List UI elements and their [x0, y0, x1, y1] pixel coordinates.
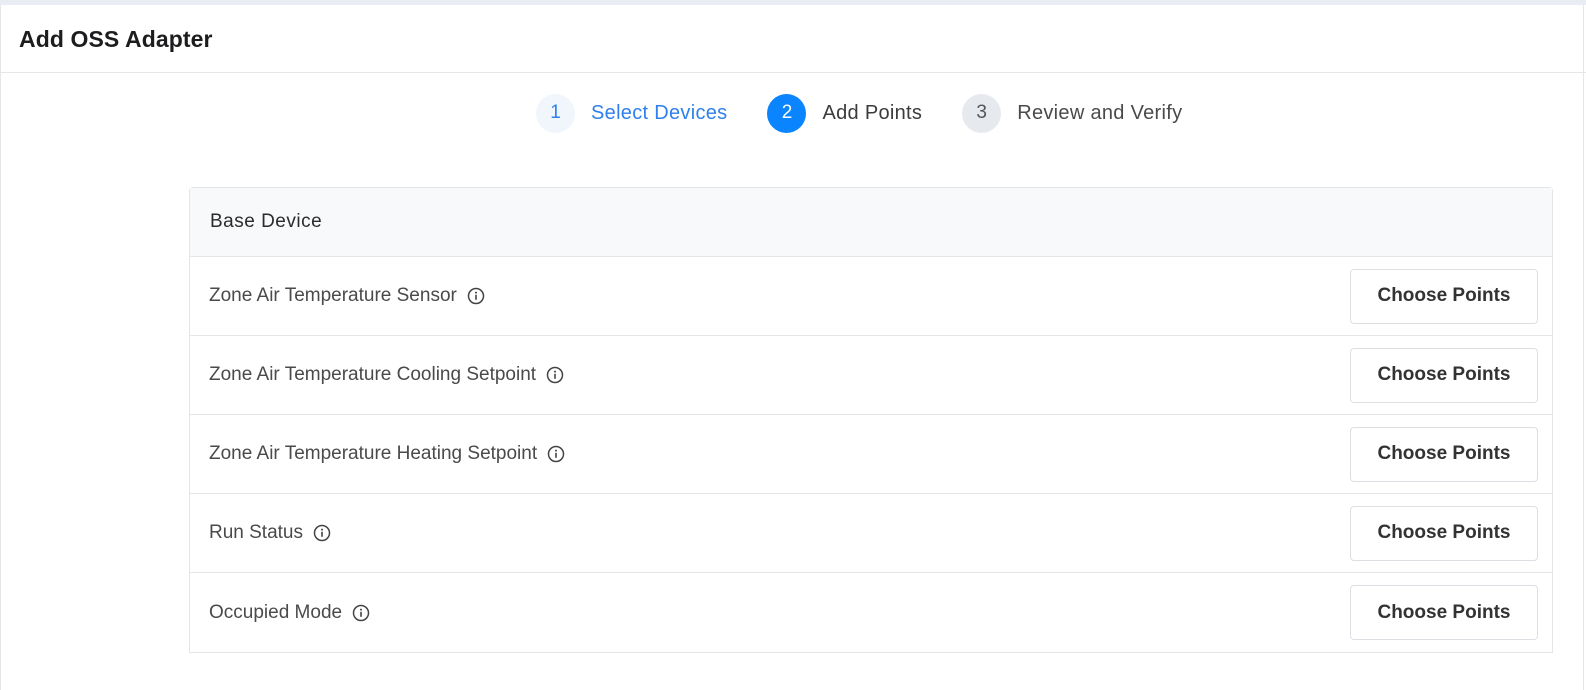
panel-header: Base Device: [190, 188, 1552, 257]
point-label: Zone Air Temperature Sensor: [209, 285, 457, 306]
point-row-zone-air-temperature-cooling-setpoint: Zone Air Temperature Cooling Setpoint Ch…: [190, 336, 1552, 415]
choose-points-button[interactable]: Choose Points: [1350, 505, 1538, 561]
choose-points-button[interactable]: Choose Points: [1350, 347, 1538, 403]
choose-points-button[interactable]: Choose Points: [1350, 585, 1538, 640]
step-number: 1: [536, 93, 575, 133]
step-label: Select Devices: [591, 101, 728, 124]
step-review-and-verify[interactable]: 3 Review and Verify: [962, 93, 1183, 133]
step-add-points[interactable]: 2 Add Points: [767, 93, 923, 133]
info-icon[interactable]: [547, 445, 565, 463]
point-label: Zone Air Temperature Cooling Setpoint: [209, 364, 537, 385]
stepper: 1 Select Devices 2 Add Points 3 Review a…: [536, 93, 1182, 133]
step-number: 3: [962, 93, 1002, 133]
step-label: Review and Verify: [1017, 101, 1183, 124]
panel-title: Base Device: [210, 211, 323, 232]
choose-points-button[interactable]: Choose Points: [1350, 268, 1538, 324]
page-title: Add OSS Adapter: [19, 26, 213, 52]
point-label: Occupied Mode: [209, 601, 343, 623]
base-device-panel: Base Device Zone Air Temperature Sensor …: [189, 187, 1553, 653]
point-row-run-status: Run Status Choose Points: [190, 494, 1552, 573]
info-icon[interactable]: [546, 366, 564, 384]
choose-points-button[interactable]: Choose Points: [1350, 426, 1538, 482]
point-row-occupied-mode: Occupied Mode Choose Points: [190, 573, 1552, 652]
page-header: Add OSS Adapter: [0, 5, 1586, 73]
step-select-devices[interactable]: 1 Select Devices: [536, 93, 728, 133]
point-label: Run Status: [209, 522, 303, 543]
point-label: Zone Air Temperature Heating Setpoint: [209, 443, 538, 464]
point-row-zone-air-temperature-sensor: Zone Air Temperature Sensor Choose Point…: [190, 257, 1552, 336]
info-icon[interactable]: [467, 287, 485, 305]
point-row-zone-air-temperature-heating-setpoint: Zone Air Temperature Heating Setpoint Ch…: [190, 415, 1552, 494]
info-icon[interactable]: [313, 524, 331, 542]
step-label: Add Points: [822, 101, 923, 124]
step-number: 2: [767, 93, 807, 133]
info-icon[interactable]: [352, 604, 370, 622]
